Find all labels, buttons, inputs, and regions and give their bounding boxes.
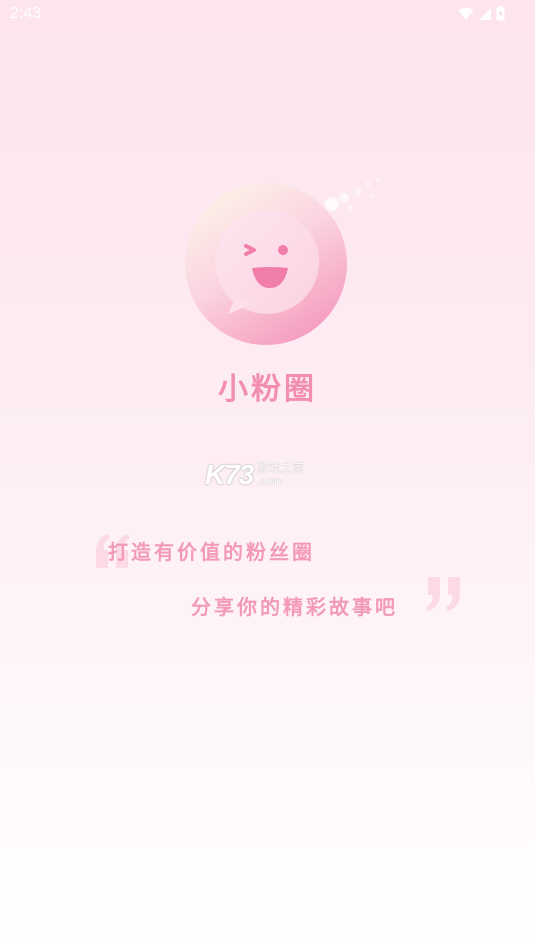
close-quote-icon (426, 577, 460, 611)
battery-icon (496, 6, 505, 21)
slogan-line-1: 打造有价值的粉丝圈 (108, 540, 315, 564)
status-icons (458, 6, 505, 21)
app-name: 小粉圈 (218, 372, 317, 407)
watermark-logo: K73 游戏之家 .com (205, 459, 304, 490)
status-bar: 2:43 (0, 0, 535, 30)
watermark-site-com: .com (256, 474, 283, 488)
app-logo-icon (185, 183, 347, 345)
wifi-icon (458, 7, 474, 20)
signal-icon (479, 7, 491, 20)
slogan-line-2: 分享你的精彩故事吧 (191, 595, 398, 619)
watermark-site: 游戏之家 .com (256, 462, 304, 488)
watermark-brand: K73 (205, 459, 254, 490)
status-time: 2:43 (10, 5, 42, 22)
